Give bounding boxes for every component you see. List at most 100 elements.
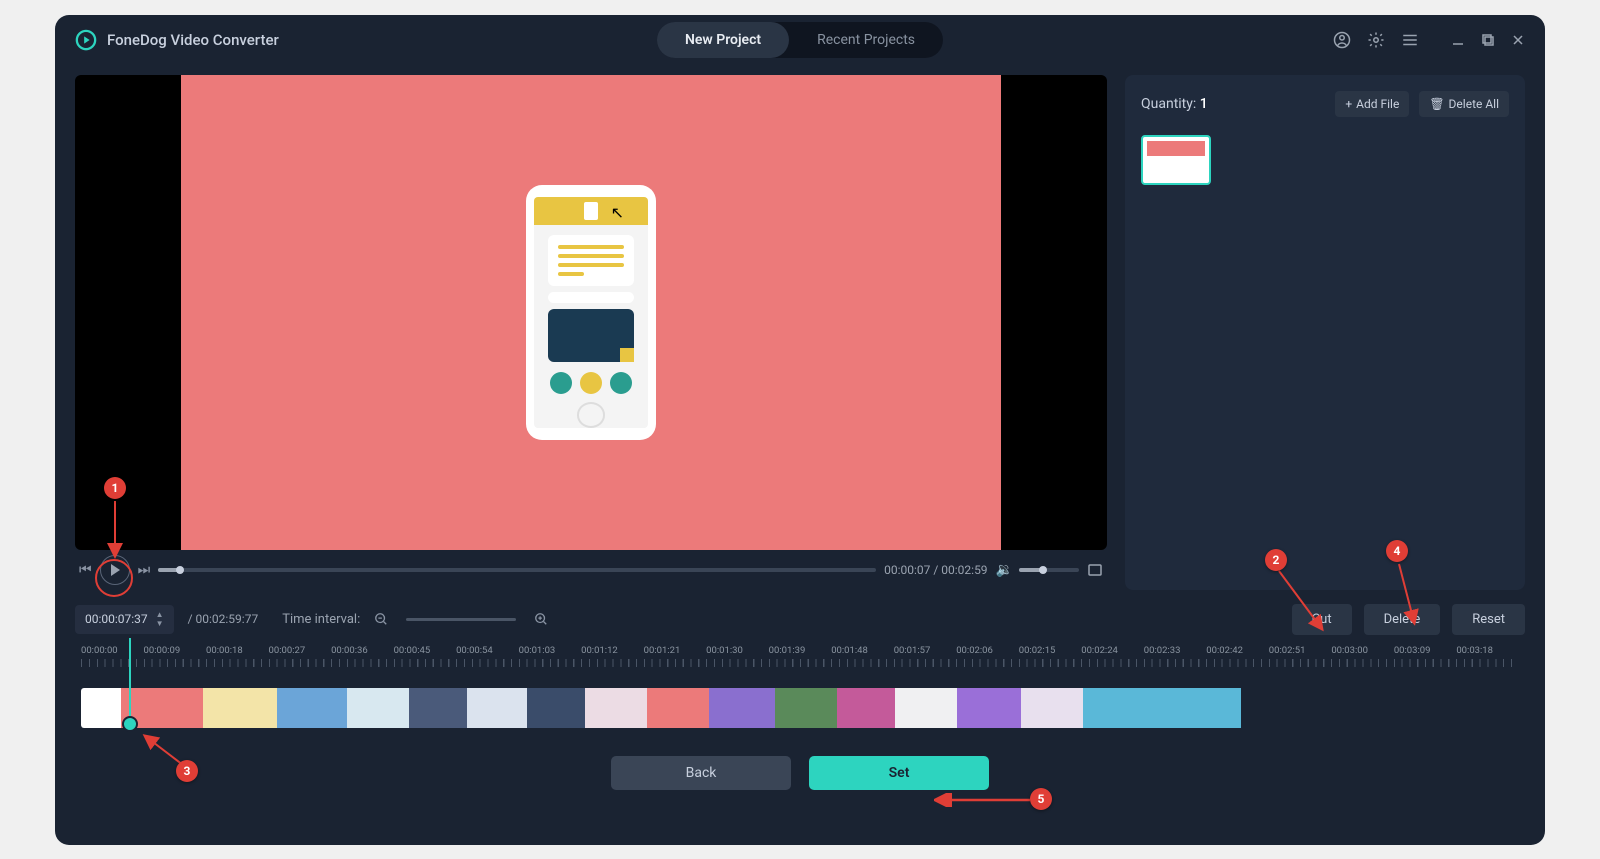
timeline-segment[interactable] — [957, 688, 1021, 728]
ruler-tick: 00:00:45 — [394, 645, 457, 656]
cursor-icon: ↖ — [611, 203, 624, 222]
ruler-tick: 00:00:09 — [144, 645, 207, 656]
time-spinner[interactable]: ▲ ▼ — [156, 611, 164, 628]
close-button[interactable] — [1511, 33, 1525, 47]
tab-recent-projects[interactable]: Recent Projects — [789, 22, 943, 58]
timeline-area[interactable] — [55, 656, 1545, 728]
logo-icon — [75, 29, 97, 51]
project-tabs: New Project Recent Projects — [657, 22, 943, 58]
bottom-bar: Back Set — [55, 728, 1545, 790]
clip-panel: Quantity: 1 +Add File 🗑Delete All — [1125, 75, 1525, 590]
timeline-segment[interactable] — [347, 688, 409, 728]
volume-control[interactable]: 🔉 — [996, 562, 1079, 578]
ruler-tick: 00:03:18 — [1456, 645, 1519, 656]
fullscreen-button[interactable] — [1087, 562, 1103, 578]
timeline-segment[interactable] — [895, 688, 957, 728]
window-controls — [1333, 31, 1525, 49]
ruler-tick: 00:02:42 — [1206, 645, 1269, 656]
menu-icon[interactable] — [1401, 31, 1419, 49]
ruler-tick: 00:00:27 — [269, 645, 332, 656]
timeline-segment[interactable] — [409, 688, 467, 728]
timeline-segment[interactable] — [527, 688, 585, 728]
timeline-segment[interactable] — [81, 688, 121, 728]
timeline-segment[interactable] — [1203, 688, 1241, 728]
timeline-segment[interactable] — [709, 688, 775, 728]
left-column: ↖ ⏮ — [75, 75, 1107, 590]
delete-all-button[interactable]: 🗑Delete All — [1419, 91, 1509, 117]
timeline-clips[interactable] — [81, 688, 1341, 728]
ruler-tick: 00:00:00 — [81, 645, 144, 656]
plus-icon: + — [1345, 97, 1352, 111]
ruler-tick: 00:03:00 — [1331, 645, 1394, 656]
main-area: ↖ ⏮ — [55, 65, 1545, 590]
timeline-segment[interactable] — [1083, 688, 1203, 728]
ruler-tick: 00:00:18 — [206, 645, 269, 656]
arrow-5 — [934, 793, 1034, 807]
next-track-button[interactable]: ⏭ — [138, 562, 151, 578]
quantity-label: Quantity: 1 — [1141, 96, 1208, 112]
callout-2: 2 — [1265, 549, 1287, 571]
highlight-play — [95, 559, 133, 597]
ruler-tick: 00:01:39 — [769, 645, 832, 656]
phone-mockup: ↖ — [526, 185, 656, 440]
arrow-2 — [1273, 567, 1329, 637]
progress-bar[interactable] — [158, 568, 876, 572]
back-button[interactable]: Back — [611, 756, 791, 790]
timeline-segment[interactable] — [203, 688, 277, 728]
current-time-input[interactable]: 00:00:07:37 ▲ ▼ — [75, 605, 174, 634]
right-column: Quantity: 1 +Add File 🗑Delete All — [1125, 75, 1525, 590]
ruler-tick: 00:02:24 — [1081, 645, 1144, 656]
ruler-tick: 00:01:12 — [581, 645, 644, 656]
maximize-button[interactable] — [1481, 33, 1495, 47]
tab-new-project[interactable]: New Project — [657, 22, 789, 58]
arrow-1 — [107, 499, 127, 561]
clip-thumbnail[interactable] — [1141, 135, 1211, 185]
trash-icon: 🗑 — [1429, 97, 1444, 111]
volume-icon[interactable]: 🔉 — [996, 562, 1013, 578]
set-button[interactable]: Set — [809, 756, 989, 790]
minimize-button[interactable] — [1451, 33, 1465, 47]
ruler-tick: 00:02:15 — [1019, 645, 1082, 656]
callout-1: 1 — [104, 477, 126, 499]
ruler-tick: 00:01:30 — [706, 645, 769, 656]
add-file-button[interactable]: +Add File — [1335, 91, 1409, 117]
ruler-tick: 00:02:33 — [1144, 645, 1207, 656]
timeline-segment[interactable] — [1021, 688, 1083, 728]
spin-down-icon[interactable]: ▼ — [156, 620, 164, 628]
timeline-segment[interactable] — [647, 688, 709, 728]
ruler-tick: 00:00:36 — [331, 645, 394, 656]
zoom-slider[interactable] — [406, 618, 516, 621]
app-title: FoneDog Video Converter — [107, 31, 279, 49]
reset-button[interactable]: Reset — [1452, 604, 1525, 635]
video-preview: ↖ — [75, 75, 1107, 550]
timeline-segment[interactable] — [775, 688, 837, 728]
callout-4: 4 — [1386, 540, 1408, 562]
playhead[interactable] — [129, 638, 131, 724]
titlebar: FoneDog Video Converter New Project Rece… — [55, 15, 1545, 65]
playhead-handle[interactable] — [122, 716, 138, 732]
timeline-segment[interactable] — [837, 688, 895, 728]
zoom-in-icon[interactable] — [534, 612, 548, 626]
prev-track-button[interactable]: ⏮ — [79, 562, 92, 578]
ruler-tick: 00:02:51 — [1269, 645, 1332, 656]
zoom-out-icon[interactable] — [374, 612, 388, 626]
ruler-tick: 00:01:21 — [644, 645, 707, 656]
time-interval-label: Time interval: — [282, 612, 360, 627]
timeline-segment[interactable] — [277, 688, 347, 728]
arrow-4 — [1393, 560, 1423, 628]
settings-icon[interactable] — [1367, 31, 1385, 49]
ruler-tick: 00:01:48 — [831, 645, 894, 656]
app-window: FoneDog Video Converter New Project Rece… — [55, 15, 1545, 845]
callout-5: 5 — [1030, 788, 1052, 810]
ruler-tick: 00:03:09 — [1394, 645, 1457, 656]
spin-up-icon[interactable]: ▲ — [156, 611, 164, 619]
preview-frame: ↖ — [181, 75, 1001, 550]
timeline-segment[interactable] — [585, 688, 647, 728]
ruler-tick: 00:01:57 — [894, 645, 957, 656]
callout-3: 3 — [176, 760, 198, 782]
playback-time: 00:00:07 / 00:02:59 — [884, 563, 987, 577]
timeline-segment[interactable] — [467, 688, 527, 728]
timeline-ruler: 00:00:0000:00:0900:00:1800:00:2700:00:36… — [55, 645, 1545, 656]
ruler-tick: 00:01:03 — [519, 645, 582, 656]
user-icon[interactable] — [1333, 31, 1351, 49]
